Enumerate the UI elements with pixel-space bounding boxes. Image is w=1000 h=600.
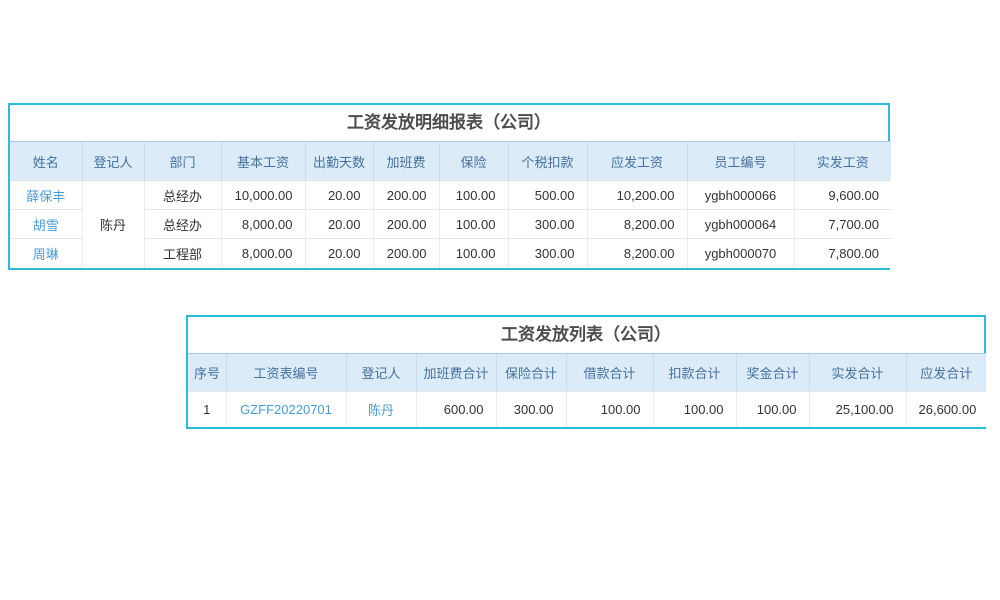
salary-list-report-title: 工资发放列表（公司）: [188, 317, 984, 353]
actual-salary-cell: 7,800.00: [794, 239, 891, 268]
employee-id-cell: ygbh000064: [687, 210, 794, 239]
overtime-pay-cell: 200.00: [373, 239, 439, 268]
overtime-pay-cell: 200.00: [373, 210, 439, 239]
department-cell: 总经办: [144, 210, 221, 239]
payable-salary-cell: 8,200.00: [587, 239, 687, 268]
salary-detail-report-title: 工资发放明细报表（公司）: [10, 105, 888, 141]
bonus-total-cell: 100.00: [736, 392, 809, 427]
bonus-total-column-header: 奖金合计: [736, 354, 809, 392]
actual-total-column-header: 实发合计: [809, 354, 906, 392]
base-salary-cell: 10,000.00: [221, 181, 305, 210]
name-column-header: 姓名: [10, 142, 82, 181]
insurance-total-column-header: 保险合计: [496, 354, 566, 392]
salary-detail-table-body: 薛保丰 陈丹总经办10,000.0020.00200.00100.00500.00…: [10, 181, 891, 268]
employee-id-cell: ygbh000070: [687, 239, 794, 268]
actual-total-cell: 25,100.00: [809, 392, 906, 427]
payroll-id-link[interactable]: GZFF20220701: [240, 402, 332, 417]
deduction-total-column-header: 扣款合计: [653, 354, 736, 392]
insurance-cell: 100.00: [439, 239, 508, 268]
employee-id-cell: ygbh000066: [687, 181, 794, 210]
base-salary-cell: 8,000.00: [221, 210, 305, 239]
actual-salary-cell: 7,700.00: [794, 210, 891, 239]
registrant-link[interactable]: 陈丹: [368, 403, 394, 418]
overtime-total-column-header: 加班费合计: [416, 354, 496, 392]
payable-total-cell: 26,600.00: [906, 392, 986, 427]
name-link[interactable]: 周琳: [33, 247, 59, 262]
registrant-column-header: 登记人: [346, 354, 416, 392]
payroll-id-column-header: 工资表编号: [226, 354, 346, 392]
tax-deduction-cell: 300.00: [508, 239, 587, 268]
insurance-cell: 100.00: [439, 181, 508, 210]
loan-total-column-header: 借款合计: [566, 354, 653, 392]
overtime-pay-column-header: 加班费: [373, 142, 439, 181]
tax-deduction-cell: 300.00: [508, 210, 587, 239]
header-row: 序号工资表编号登记人加班费合计保险合计借款合计扣款合计奖金合计实发合计应发合计: [188, 354, 986, 392]
table-row: 薛保丰陈丹总经办10,000.0020.00200.00100.00500.00…: [10, 181, 891, 210]
tax-deduction-column-header: 个税扣款: [508, 142, 587, 181]
name-cell: 周琳: [10, 239, 82, 268]
salary-detail-table: 姓名登记人部门基本工资出勤天数加班费保险个税扣款应发工资员工编号实发工资 薛保丰…: [10, 141, 891, 268]
name-link[interactable]: 薛保丰: [26, 189, 65, 204]
payable-total-column-header: 应发合计: [906, 354, 986, 392]
salary-detail-report-card: 工资发放明细报表（公司） 姓名登记人部门基本工资出勤天数加班费保险个税扣款应发工…: [8, 103, 890, 270]
base-salary-cell: 8,000.00: [221, 239, 305, 268]
page: { "theme": { "card_border_color": "#2bbc…: [0, 0, 1000, 600]
registrant-cell: 陈丹: [82, 181, 144, 268]
salary-list-table-header: 序号工资表编号登记人加班费合计保险合计借款合计扣款合计奖金合计实发合计应发合计: [188, 354, 986, 392]
salary-list-table-body: 1GZFF20220701陈丹600.00300.00100.00100.001…: [188, 392, 986, 427]
tax-deduction-cell: 500.00: [508, 181, 587, 210]
payable-salary-cell: 10,200.00: [587, 181, 687, 210]
name-cell: 胡雪: [10, 210, 82, 239]
loan-total-cell: 100.00: [566, 392, 653, 427]
attendance-days-cell: 20.00: [305, 210, 373, 239]
attendance-days-cell: 20.00: [305, 239, 373, 268]
deduction-total-cell: 100.00: [653, 392, 736, 427]
salary-list-table: 序号工资表编号登记人加班费合计保险合计借款合计扣款合计奖金合计实发合计应发合计 …: [188, 353, 986, 427]
attendance-days-cell: 20.00: [305, 181, 373, 210]
actual-salary-column-header: 实发工资: [794, 142, 891, 181]
registrant-column-header: 登记人: [82, 142, 144, 181]
base-salary-column-header: 基本工资: [221, 142, 305, 181]
overtime-pay-cell: 200.00: [373, 181, 439, 210]
employee-id-column-header: 员工编号: [687, 142, 794, 181]
index-column-header: 序号: [188, 354, 226, 392]
department-column-header: 部门: [144, 142, 221, 181]
insurance-total-cell: 300.00: [496, 392, 566, 427]
salary-list-report-card: 工资发放列表（公司） 序号工资表编号登记人加班费合计保险合计借款合计扣款合计奖金…: [186, 315, 986, 429]
insurance-column-header: 保险: [439, 142, 508, 181]
index-cell: 1: [188, 392, 226, 427]
department-cell: 工程部: [144, 239, 221, 268]
payable-salary-column-header: 应发工资: [587, 142, 687, 181]
overtime-total-cell: 600.00: [416, 392, 496, 427]
attendance-days-column-header: 出勤天数: [305, 142, 373, 181]
salary-detail-table-header: 姓名登记人部门基本工资出勤天数加班费保险个税扣款应发工资员工编号实发工资: [10, 142, 891, 181]
header-row: 姓名登记人部门基本工资出勤天数加班费保险个税扣款应发工资员工编号实发工资: [10, 142, 891, 181]
actual-salary-cell: 9,600.00: [794, 181, 891, 210]
department-cell: 总经办: [144, 181, 221, 210]
payable-salary-cell: 8,200.00: [587, 210, 687, 239]
registrant-cell: 陈丹: [346, 392, 416, 427]
insurance-cell: 100.00: [439, 210, 508, 239]
table-row: 1GZFF20220701陈丹600.00300.00100.00100.001…: [188, 392, 986, 427]
name-cell: 薛保丰: [10, 181, 82, 210]
name-link[interactable]: 胡雪: [33, 218, 59, 233]
payroll-id-cell: GZFF20220701: [226, 392, 346, 427]
